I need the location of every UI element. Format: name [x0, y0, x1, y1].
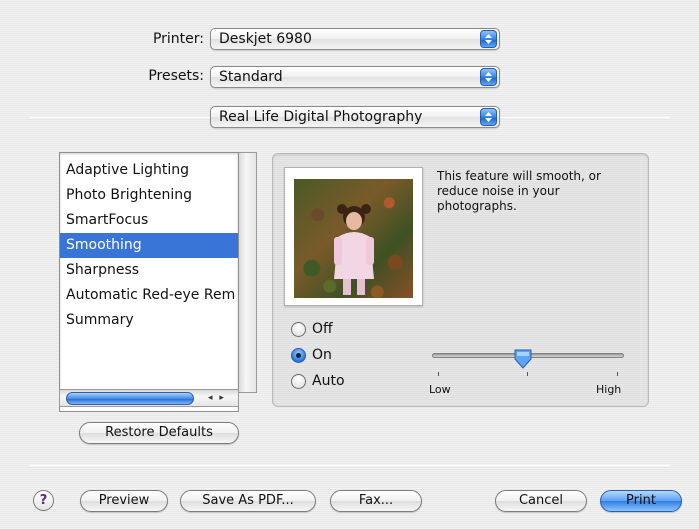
radio-off-label: Off	[312, 321, 333, 337]
separator-line	[30, 117, 210, 118]
slider-low-label: Low	[429, 383, 451, 396]
slider-thumb[interactable]	[512, 348, 534, 370]
presets-label: Presets:	[148, 68, 204, 84]
child-photo-image	[334, 204, 374, 295]
scroll-arrows-icon[interactable]: ◂ ▸	[198, 392, 236, 405]
list-item-selected[interactable]: Smoothing	[60, 233, 238, 258]
printer-value: Deskjet 6980	[219, 31, 312, 47]
restore-defaults-button[interactable]: Restore Defaults	[79, 422, 239, 444]
list-item[interactable]: Sharpness	[60, 258, 238, 283]
cancel-button[interactable]: Cancel	[495, 490, 587, 512]
popup-arrows-icon	[480, 108, 497, 126]
preview-button[interactable]: Preview	[80, 490, 168, 512]
slider-tick	[438, 372, 439, 376]
list-item[interactable]: SmartFocus	[60, 208, 238, 233]
help-button[interactable]: ?	[33, 490, 54, 511]
horizontal-scrollbar[interactable]: ◂ ▸	[59, 389, 239, 407]
features-list[interactable]: Adaptive Lighting Photo Brightening Smar…	[59, 152, 239, 412]
fax-button[interactable]: Fax...	[330, 490, 422, 512]
slider-high-label: High	[596, 383, 622, 396]
list-item[interactable]: Photo Brightening	[60, 183, 238, 208]
save-as-pdf-button[interactable]: Save As PDF...	[180, 490, 316, 512]
presets-value: Standard	[219, 69, 283, 85]
list-item[interactable]: Automatic Red-eye Rem	[60, 283, 238, 308]
radio-on-label: On	[312, 347, 332, 363]
scroll-thumb[interactable]	[66, 392, 194, 405]
radio-on[interactable]	[291, 348, 306, 363]
radio-off[interactable]	[291, 322, 306, 337]
slider-tick	[527, 372, 528, 376]
radio-auto[interactable]	[291, 374, 306, 389]
separator-line	[500, 117, 670, 118]
printer-label: Printer:	[152, 31, 204, 47]
printer-popup[interactable]: Deskjet 6980	[210, 28, 500, 50]
section-value: Real Life Digital Photography	[219, 109, 423, 125]
preview-photo	[294, 179, 413, 298]
separator-line	[30, 465, 670, 466]
section-popup[interactable]: Real Life Digital Photography	[210, 106, 500, 128]
slider-tick	[617, 372, 618, 376]
radio-auto-label: Auto	[312, 373, 345, 389]
vertical-scrollbar[interactable]	[239, 152, 257, 393]
preview-image-frame	[284, 167, 423, 306]
print-button[interactable]: Print	[600, 490, 682, 512]
list-item[interactable]: Summary	[60, 308, 238, 333]
feature-description: This feature will smooth, or reduce nois…	[437, 169, 601, 213]
presets-popup[interactable]: Standard	[210, 66, 500, 88]
popup-arrows-icon	[480, 30, 497, 48]
popup-arrows-icon	[480, 68, 497, 86]
list-item[interactable]: Adaptive Lighting	[60, 158, 238, 183]
